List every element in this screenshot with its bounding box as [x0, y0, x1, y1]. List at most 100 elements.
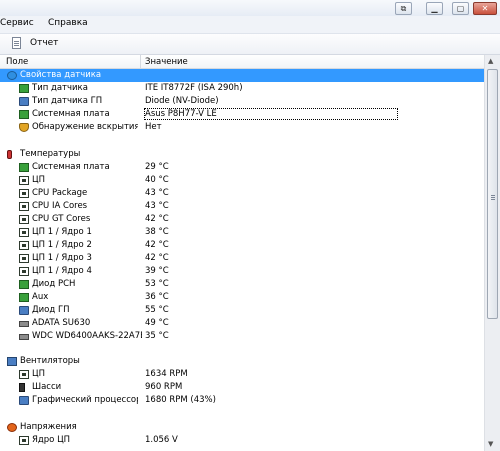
field-name: Графический процессор	[32, 395, 138, 405]
field-name: CPU GT Cores	[32, 214, 91, 224]
case-icon	[19, 383, 25, 392]
list-item[interactable]: ЦП 1 / Ядро 4 39 °C	[0, 265, 484, 278]
field-name: WDC WD6400AAKS-22A7B2	[32, 331, 142, 341]
list-item[interactable]: CPU Package 43 °C	[0, 187, 484, 200]
list-item[interactable]: ЦП 1 / Ядро 1 38 °C	[0, 226, 484, 239]
field-value: 29 °C	[145, 162, 169, 172]
field-name: CPU Package	[32, 188, 88, 198]
grip-icon	[491, 195, 495, 196]
close-button[interactable]: ✕	[473, 2, 497, 15]
chip-icon	[19, 189, 29, 198]
monitor-icon	[19, 97, 29, 106]
list-item[interactable]: Ядро ЦП 1.056 V	[0, 434, 484, 447]
field-value: 1634 RPM	[145, 369, 188, 379]
scroll-up-icon[interactable]: ▲	[488, 57, 493, 65]
report-label: Отчет	[30, 38, 59, 48]
info-circle-icon	[7, 71, 17, 80]
field-value: 43 °C	[145, 201, 169, 211]
list-item[interactable]: ADATA SU630 49 °C	[0, 317, 484, 330]
group-sensor-properties[interactable]: Свойства датчика	[0, 69, 484, 82]
column-value-header[interactable]: Значение	[145, 57, 188, 67]
menu-service[interactable]: Сервис	[0, 18, 34, 28]
field-value: 39 °C	[145, 266, 169, 276]
field-value: Diode (NV-Diode)	[145, 96, 219, 106]
field-value: 49 °C	[145, 318, 169, 328]
voltage-icon	[7, 423, 17, 432]
thermometer-icon	[7, 150, 12, 159]
list-item[interactable]: Системная плата 29 °C	[0, 161, 484, 174]
field-name: Тип датчика	[32, 83, 88, 93]
list-item[interactable]: ЦП 40 °C	[0, 174, 484, 187]
list-item[interactable]: Aux 36 °C	[0, 291, 484, 304]
title-bar: ⧉ ▁ ▢ ✕	[0, 0, 500, 16]
field-value: 42 °C	[145, 214, 169, 224]
column-separator[interactable]	[140, 55, 141, 68]
maximize-button[interactable]: ▢	[452, 2, 469, 15]
list-item[interactable]: WDC WD6400AAKS-22A7B2 35 °C	[0, 330, 484, 343]
field-name: ЦП	[32, 175, 45, 185]
toolbar: Отчет	[0, 34, 500, 55]
group-voltages[interactable]: Напряжения	[0, 421, 484, 434]
field-value: Нет	[145, 122, 162, 132]
monitor-icon	[19, 396, 29, 405]
chip-icon	[19, 436, 29, 445]
shield-icon	[19, 123, 29, 132]
group-temperatures[interactable]: Температуры	[0, 148, 484, 161]
group-fans[interactable]: Вентиляторы	[0, 355, 484, 368]
group-label: Свойства датчика	[20, 70, 102, 80]
monitor-icon	[19, 306, 29, 315]
field-value: 1680 RPM (43%)	[145, 395, 216, 405]
field-value: 35 °C	[145, 331, 169, 341]
list-item[interactable]: Тип датчика ITE IT8772F (ISA 290h)	[0, 82, 484, 95]
field-name: Обнаружение вскрытия кор...	[32, 122, 138, 132]
list-item[interactable]: ЦП 1634 RPM	[0, 368, 484, 381]
vertical-scrollbar[interactable]: ▲ ▼	[484, 55, 500, 451]
scrollbar-thumb[interactable]	[487, 69, 498, 319]
restore-icon[interactable]: ⧉	[395, 2, 412, 15]
field-value: 960 RPM	[145, 382, 183, 392]
field-name: Шасси	[32, 382, 62, 392]
group-label: Вентиляторы	[20, 356, 80, 366]
minimize-button[interactable]: ▁	[426, 2, 443, 15]
disk-icon	[19, 321, 29, 327]
document-icon	[12, 37, 21, 49]
board-icon	[19, 163, 29, 172]
field-name: Ядро ЦП	[32, 435, 71, 445]
list-item[interactable]: Системная плата Asus P8H77-V LE	[0, 108, 484, 121]
list-item[interactable]: Шасси 960 RPM	[0, 381, 484, 394]
chip-icon	[19, 176, 29, 185]
list-item[interactable]: Графический процессор 1680 RPM (43%)	[0, 394, 484, 407]
menu-help[interactable]: Справка	[48, 18, 88, 28]
disk-icon	[19, 334, 29, 340]
field-name: ЦП	[32, 369, 45, 379]
field-name: Тип датчика ГП	[32, 96, 103, 106]
column-header: Поле Значение	[0, 55, 484, 69]
field-value: 38 °C	[145, 227, 169, 237]
list-item[interactable]: ЦП 1 / Ядро 2 42 °C	[0, 239, 484, 252]
sensor-list[interactable]: Поле Значение Свойства датчика Тип датчи…	[0, 55, 484, 451]
list-item[interactable]: Диод PCH 53 °C	[0, 278, 484, 291]
field-name: Диод PCH	[32, 279, 76, 289]
list-item[interactable]: ЦП 1 / Ядро 3 42 °C	[0, 252, 484, 265]
menu-bar: Сервис Справка	[0, 16, 500, 34]
field-value: 40 °C	[145, 175, 169, 185]
field-name: ЦП 1 / Ядро 4	[32, 266, 92, 276]
scroll-down-icon[interactable]: ▼	[488, 440, 493, 448]
chip-icon	[19, 202, 29, 211]
list-item[interactable]: Обнаружение вскрытия кор... Нет	[0, 121, 484, 134]
field-value: 53 °C	[145, 279, 169, 289]
group-label: Температуры	[20, 149, 81, 159]
column-name-header[interactable]: Поле	[6, 57, 28, 67]
field-name: Диод ГП	[32, 305, 70, 315]
list-item[interactable]: Тип датчика ГП Diode (NV-Diode)	[0, 95, 484, 108]
board-icon	[19, 84, 29, 93]
list-item[interactable]: CPU IA Cores 43 °C	[0, 200, 484, 213]
field-name: ЦП 1 / Ядро 1	[32, 227, 92, 237]
field-value: ITE IT8772F (ISA 290h)	[145, 83, 243, 93]
group-label: Напряжения	[20, 422, 77, 432]
list-item[interactable]: Диод ГП 55 °C	[0, 304, 484, 317]
field-name: CPU IA Cores	[32, 201, 88, 211]
field-name: ЦП 1 / Ядро 3	[32, 253, 92, 263]
board-icon	[19, 280, 29, 289]
list-item[interactable]: CPU GT Cores 42 °C	[0, 213, 484, 226]
